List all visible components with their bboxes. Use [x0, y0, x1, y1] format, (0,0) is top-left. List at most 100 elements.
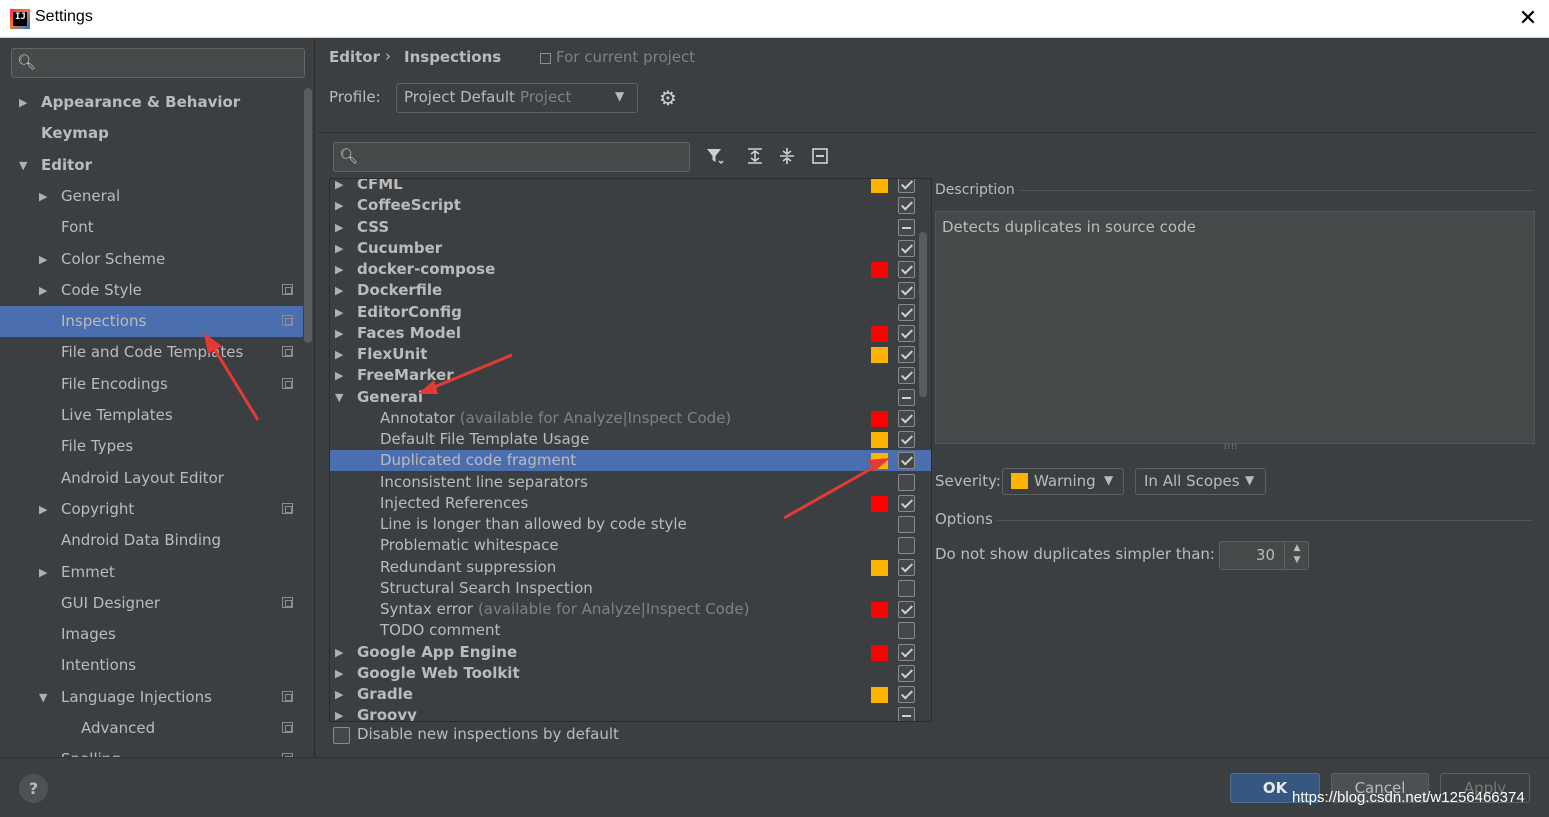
collapse-arrow-icon[interactable]: ▶: [335, 195, 343, 216]
collapse-all-icon[interactable]: [776, 146, 798, 168]
inspection-group-row[interactable]: ▶ Groovy: [330, 705, 931, 721]
help-button[interactable]: ?: [19, 774, 48, 803]
inspection-group-row[interactable]: ▶ Cucumber: [330, 238, 931, 259]
collapse-arrow-icon[interactable]: ▶: [335, 179, 343, 195]
reset-icon[interactable]: [809, 146, 831, 168]
sidebar-item-code-style[interactable]: ▶ Code Style: [0, 275, 303, 306]
inspection-checkbox[interactable]: [898, 622, 915, 640]
inspection-checkbox[interactable]: [898, 431, 915, 448]
breadcrumb-editor[interactable]: Editor: [329, 48, 380, 66]
inspection-checkbox[interactable]: [898, 303, 915, 321]
sidebar-item-images[interactable]: Images: [0, 619, 303, 650]
collapse-arrow-icon[interactable]: ▶: [39, 244, 47, 275]
inspection-checkbox[interactable]: [898, 409, 915, 427]
collapse-arrow-icon[interactable]: ▶: [335, 365, 343, 386]
sidebar-item-font[interactable]: Font: [0, 212, 303, 243]
inspection-checkbox[interactable]: [898, 579, 915, 597]
inspection-group-row[interactable]: ▶ Gradle: [330, 684, 931, 705]
sidebar-item-file-types[interactable]: File Types: [0, 431, 303, 462]
inspection-checkbox[interactable]: [898, 324, 915, 342]
inspection-group-row[interactable]: ▶ docker-compose: [330, 259, 931, 280]
inspection-group-row[interactable]: ▶ Google App Engine: [330, 642, 931, 663]
sidebar-item-general[interactable]: ▶ General: [0, 181, 303, 212]
inspection-group-row[interactable]: ▶ Dockerfile: [330, 280, 931, 301]
collapse-arrow-icon[interactable]: ▶: [335, 684, 343, 705]
inspection-row[interactable]: Duplicated code fragment: [330, 450, 931, 472]
inspection-group-row[interactable]: ▶ Faces Model: [330, 323, 931, 344]
inspection-checkbox[interactable]: [898, 452, 915, 470]
inspection-checkbox[interactable]: [898, 473, 915, 491]
inspection-checkbox[interactable]: [898, 367, 915, 385]
sidebar-item-file-encodings[interactable]: File Encodings: [0, 369, 303, 400]
inspection-group-row[interactable]: ▶ CFML: [330, 179, 931, 195]
inspection-row[interactable]: Redundant suppression: [330, 557, 931, 578]
inspection-checkbox[interactable]: [898, 261, 915, 278]
inspection-checkbox[interactable]: [898, 686, 915, 703]
expand-arrow-icon[interactable]: ▼: [19, 150, 27, 181]
scope-dropdown[interactable]: In All Scopes ▼: [1135, 468, 1266, 495]
sidebar-item-color-scheme[interactable]: ▶ Color Scheme: [0, 244, 303, 275]
inspection-checkbox[interactable]: [898, 494, 915, 512]
collapse-arrow-icon[interactable]: ▶: [39, 181, 47, 212]
collapse-arrow-icon[interactable]: ▶: [335, 280, 343, 301]
collapse-arrow-icon[interactable]: ▶: [335, 259, 343, 280]
sidebar-item-live-templates[interactable]: Live Templates: [0, 400, 303, 431]
inspection-checkbox[interactable]: [898, 601, 915, 618]
inspection-group-row[interactable]: ▶ CoffeeScript: [330, 195, 931, 216]
inspection-group-row[interactable]: ▶ EditorConfig: [330, 302, 931, 323]
expand-arrow-icon[interactable]: ▼: [335, 387, 343, 408]
inspection-group-row[interactable]: ▶ FreeMarker: [330, 365, 931, 386]
inspection-checkbox[interactable]: [898, 537, 915, 555]
sidebar-item-editor[interactable]: ▼ Editor: [0, 150, 303, 181]
spinner-arrows-icon[interactable]: ▲ ▼: [1284, 542, 1309, 569]
collapse-arrow-icon[interactable]: ▶: [335, 238, 343, 259]
profile-dropdown[interactable]: Project Default Project ▼: [396, 83, 638, 113]
sidebar-item-android-data-binding[interactable]: Android Data Binding: [0, 525, 303, 556]
inspection-row[interactable]: Line is longer than allowed by code styl…: [330, 514, 931, 535]
inspection-checkbox[interactable]: [898, 197, 915, 215]
filter-icon[interactable]: [704, 146, 726, 168]
sidebar-item-emmet[interactable]: ▶ Emmet: [0, 557, 303, 588]
sidebar-item-file-and-code-templates[interactable]: File and Code Templates: [0, 337, 303, 368]
collapse-arrow-icon[interactable]: ▶: [335, 217, 343, 238]
sidebar-item-android-layout-editor[interactable]: Android Layout Editor: [0, 463, 303, 494]
inspection-row[interactable]: Inconsistent line separators: [330, 472, 931, 493]
sidebar-item-inspections[interactable]: Inspections: [0, 306, 303, 338]
severity-dropdown[interactable]: Warning ▼: [1002, 468, 1124, 495]
inspection-checkbox[interactable]: [898, 664, 915, 682]
nav-scrollbar[interactable]: [304, 88, 312, 343]
collapse-arrow-icon[interactable]: ▶: [335, 642, 343, 663]
resize-handle[interactable]: ⁞⁞⁞⁞: [1224, 442, 1244, 451]
inspection-group-row[interactable]: ▶ Google Web Toolkit: [330, 663, 931, 684]
inspection-group-row[interactable]: ▶ FlexUnit: [330, 344, 931, 365]
inspection-row[interactable]: Problematic whitespace: [330, 535, 931, 556]
sidebar-item-gui-designer[interactable]: GUI Designer: [0, 588, 303, 619]
close-icon[interactable]: ✕: [1515, 6, 1541, 32]
inspection-checkbox[interactable]: [898, 179, 915, 193]
collapse-arrow-icon[interactable]: ▶: [39, 494, 47, 525]
inspection-checkbox[interactable]: [898, 388, 915, 406]
collapse-arrow-icon[interactable]: ▶: [335, 323, 343, 344]
inspection-group-row[interactable]: ▶ CSS: [330, 217, 931, 238]
duplicates-threshold-spinner[interactable]: 30 ▲ ▼: [1219, 541, 1309, 570]
collapse-arrow-icon[interactable]: ▶: [39, 275, 47, 306]
collapse-arrow-icon[interactable]: ▶: [335, 344, 343, 365]
inspection-checkbox[interactable]: [898, 643, 915, 661]
inspection-row[interactable]: TODO comment: [330, 620, 931, 641]
inspection-row[interactable]: Default File Template Usage: [330, 429, 931, 450]
inspection-checkbox[interactable]: [898, 558, 915, 576]
inspection-group-row[interactable]: ▼ General: [330, 387, 931, 408]
sidebar-item-appearance-behavior[interactable]: ▶ Appearance & Behavior: [0, 87, 303, 118]
collapse-arrow-icon[interactable]: ▶: [335, 663, 343, 684]
expand-all-icon[interactable]: [744, 146, 766, 168]
tree-scrollbar[interactable]: [919, 232, 927, 397]
sidebar-item-spelling[interactable]: Spelling: [0, 744, 303, 757]
sidebar-item-intentions[interactable]: Intentions: [0, 650, 303, 681]
sidebar-item-language-injections[interactable]: ▼ Language Injections: [0, 682, 303, 713]
inspection-checkbox[interactable]: [898, 282, 915, 300]
inspection-search-input[interactable]: 🔍︎: [333, 142, 690, 172]
inspection-checkbox[interactable]: [898, 707, 915, 721]
expand-arrow-icon[interactable]: ▼: [39, 682, 47, 713]
inspection-checkbox[interactable]: [898, 346, 915, 363]
inspection-checkbox[interactable]: [898, 516, 915, 533]
